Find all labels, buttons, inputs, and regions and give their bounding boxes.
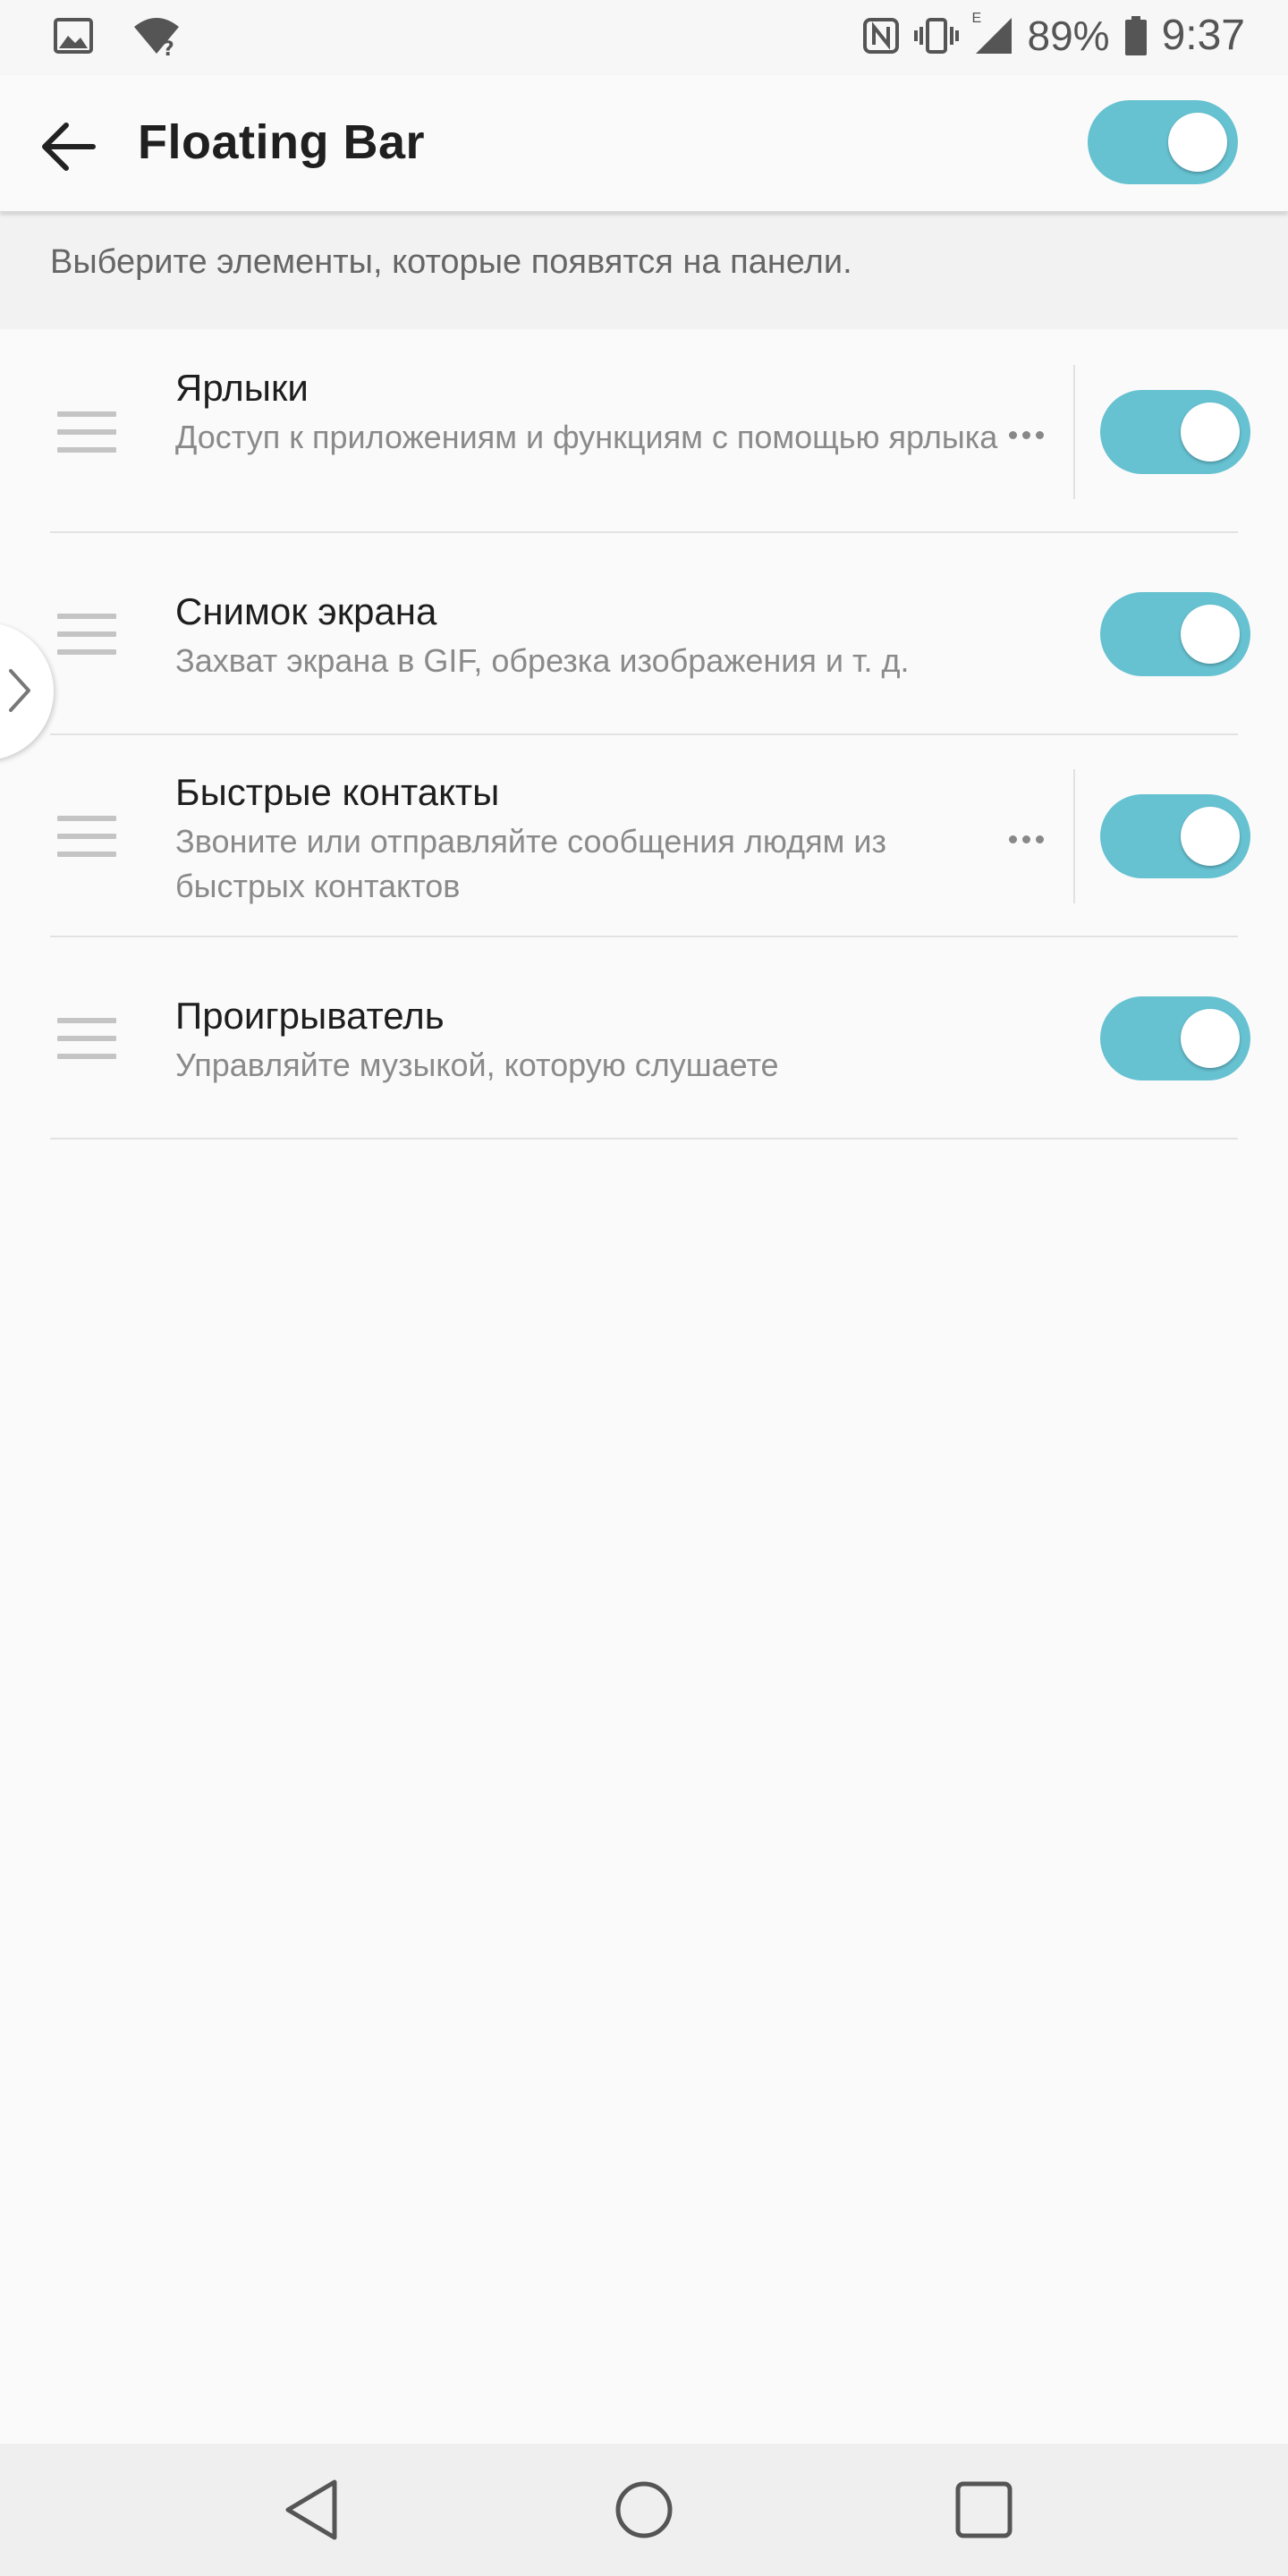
list-item-title: Быстрые контакты [175, 771, 500, 813]
drag-handle-icon[interactable] [57, 816, 116, 857]
list-item-shortcuts[interactable]: Ярлыки Доступ к приложениям и функциям с… [0, 331, 1288, 533]
vertical-divider [1073, 365, 1075, 499]
list-item-subtitle: Доступ к приложениям и функциям с помощь… [175, 419, 998, 455]
list-item-subtitle: Захват экрана в GIF, обрезка изображения… [175, 642, 910, 679]
toggle-knob [1181, 807, 1240, 866]
description-band: Выберите элементы, которые появятся на п… [0, 213, 1288, 329]
back-button[interactable] [32, 111, 104, 182]
drag-handle-icon[interactable] [57, 614, 116, 655]
list-item-subtitle: Звоните или отправляйте сообщения людям … [175, 823, 886, 904]
status-bar: ? E 89% 9:37 [0, 0, 1288, 75]
wifi-unknown-icon: ? [132, 16, 181, 55]
list-item-title: Ярлыки [175, 367, 309, 409]
toggle-knob [1181, 1009, 1240, 1068]
toggle-knob [1181, 605, 1240, 664]
more-options-icon[interactable] [1009, 830, 1048, 848]
toggle-shortcuts[interactable] [1100, 390, 1250, 474]
page-title: Floating Bar [138, 115, 426, 169]
nfc-icon [862, 17, 899, 54]
battery-icon [1124, 15, 1148, 55]
toggle-player[interactable] [1100, 996, 1250, 1080]
home-circle-icon [615, 2481, 673, 2538]
toggle-knob [1181, 402, 1240, 462]
clock: 9:37 [1161, 12, 1245, 59]
svg-text:?: ? [163, 38, 174, 55]
list-item-subtitle: Управляйте музыкой, которую слушаете [175, 1046, 779, 1083]
more-options-icon[interactable] [1009, 426, 1048, 444]
list-item-screenshot[interactable]: Снимок экрана Захват экрана в GIF, обрез… [0, 533, 1288, 735]
divider [50, 1138, 1238, 1140]
master-toggle[interactable] [1088, 100, 1238, 184]
list-item-title: Снимок экрана [175, 590, 437, 632]
recents-square-icon [955, 2481, 1013, 2538]
list-item-quick-contacts[interactable]: Быстрые контакты Звоните или отправляйте… [0, 735, 1288, 937]
toggle-knob [1168, 113, 1227, 172]
back-triangle-icon [285, 2479, 337, 2540]
app-bar: Floating Bar [0, 75, 1288, 212]
list-item-title: Проигрыватель [175, 995, 445, 1037]
list-item-player[interactable]: Проигрыватель Управляйте музыкой, котору… [0, 937, 1288, 1140]
drag-handle-icon[interactable] [57, 411, 116, 453]
nav-back-button[interactable] [272, 2470, 351, 2549]
drag-handle-icon[interactable] [57, 1018, 116, 1059]
screen: ? E 89% 9:37 Floating Bar Выберите элеме… [0, 0, 1288, 2576]
nav-home-button[interactable] [605, 2470, 683, 2549]
nav-recents-button[interactable] [945, 2470, 1023, 2549]
vibrate-icon [913, 16, 960, 55]
gallery-notification-icon [54, 18, 93, 54]
chevron-right-icon [9, 669, 30, 712]
back-arrow-icon [42, 123, 96, 171]
cell-signal-icon: E [972, 11, 1013, 55]
toggle-quick-contacts[interactable] [1100, 794, 1250, 878]
description-text: Выберите элементы, которые появятся на п… [50, 243, 852, 281]
navigation-bar [0, 2444, 1288, 2576]
toggle-screenshot[interactable] [1100, 592, 1250, 676]
battery-percent: 89% [1027, 12, 1110, 59]
network-type-label: E [971, 10, 982, 26]
vertical-divider [1073, 769, 1075, 903]
